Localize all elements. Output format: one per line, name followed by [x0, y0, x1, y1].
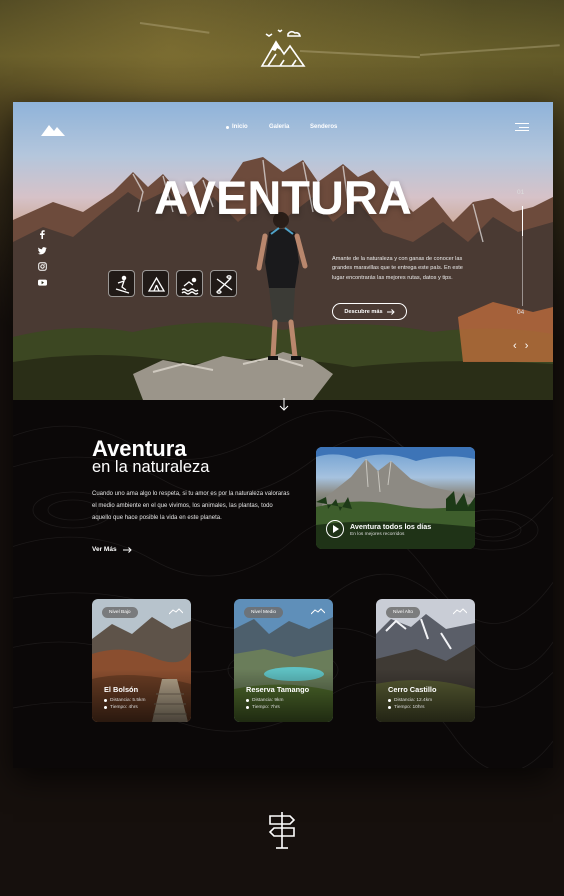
trail-level-badge: Nivel Alto [386, 607, 420, 618]
trail-card[interactable]: Nivel Alto Cerro Castillo Distancia: 12.… [376, 599, 475, 722]
hero-mountains-image [13, 157, 553, 400]
hero-description: Amante de la naturaleza y con ganas de c… [332, 256, 463, 281]
location-pin-icon [104, 699, 107, 702]
see-more-label: Ver Más [92, 546, 117, 553]
trail-card[interactable]: Nivel Bajo El Bolsón Distancia: 5.5km Ti… [92, 599, 191, 722]
social-links [38, 226, 50, 290]
clock-icon [246, 706, 249, 709]
arrow-right-icon [122, 546, 132, 553]
mountain-logo-icon [260, 29, 306, 67]
trail-distance-text: Distancia: 12.4km [394, 698, 433, 703]
instagram-icon[interactable] [38, 258, 47, 271]
play-button-icon[interactable] [326, 520, 344, 538]
elevation-chart-icon [453, 608, 467, 615]
trail-distance-text: Distancia: 9km [252, 698, 284, 703]
trail-time: Tiempo: 10hrs [388, 705, 424, 710]
intro-text: Cuando uno ama algo lo respeta, si tu am… [92, 491, 290, 521]
elevation-chart-icon [311, 608, 325, 615]
trail-time: Tiempo: 4hrs [104, 705, 138, 710]
trail-level-badge: Nivel Bajo [102, 607, 138, 618]
trail-distance: Distancia: 5.5km [104, 698, 145, 703]
trail-name: Reserva Tamango [246, 685, 310, 694]
slide-start-number: 01 [517, 189, 525, 196]
trail-distance-text: Distancia: 5.5km [110, 698, 146, 703]
feature-video-card[interactable]: Aventura todos los días En los mejores r… [316, 447, 475, 549]
discover-more-label: Descubre más [344, 308, 383, 315]
trail-time: Tiempo: 7hrs [246, 705, 280, 710]
trail-distance: Distancia: 12.4km [388, 698, 432, 703]
scroll-down-arrow-icon[interactable] [278, 398, 290, 412]
skiing-icon[interactable] [108, 270, 135, 297]
slide-progress-track [522, 206, 523, 306]
feature-subtitle: En los mejores recorridos [350, 532, 405, 537]
clock-icon [388, 706, 391, 709]
nav-item-galeria[interactable]: Galeria [269, 124, 289, 130]
trail-name: Cerro Castillo [388, 685, 437, 694]
slide-progress-fill [522, 206, 523, 236]
brand-logo-icon[interactable] [41, 122, 65, 136]
trail-time-text: Tiempo: 4hrs [110, 705, 138, 710]
intro-subtitle: en la naturaleza [92, 458, 210, 476]
trail-time-text: Tiempo: 10hrs [394, 705, 425, 710]
youtube-icon[interactable] [38, 274, 47, 286]
nav-item-senderos[interactable]: Senderos [310, 124, 337, 130]
slide-arrows: ‹ › [513, 340, 528, 352]
trail-distance: Distancia: 9km [246, 698, 283, 703]
trail-name: El Bolsón [104, 685, 139, 694]
feature-title: Aventura todos los días [350, 522, 432, 531]
nav-item-inicio[interactable]: Inicio [232, 124, 248, 130]
chevron-left-icon[interactable]: ‹ [513, 340, 517, 352]
landing-page-card: Inicio Galeria Senderos AVENTURA Amante … [13, 102, 553, 768]
arrow-right-icon [386, 308, 395, 315]
trail-time-text: Tiempo: 7hrs [252, 705, 280, 710]
active-nav-indicator [226, 126, 229, 129]
twitter-icon[interactable] [38, 242, 47, 255]
trail-level-badge: Nivel Medio [244, 607, 284, 618]
chevron-right-icon[interactable]: › [525, 340, 529, 352]
hamburger-menu-icon[interactable] [515, 123, 529, 132]
slide-end-number: 04 [517, 309, 525, 316]
kayak-icon[interactable] [210, 270, 237, 297]
trail-card[interactable]: Nivel Medio Reserva Tamango Distancia: 9… [234, 599, 333, 722]
facebook-icon[interactable] [38, 226, 47, 239]
hero-title: AVENTURA [154, 171, 412, 224]
location-pin-icon [388, 699, 391, 702]
swimming-icon[interactable] [176, 270, 203, 297]
clock-icon [104, 706, 107, 709]
camping-icon[interactable] [142, 270, 169, 297]
see-more-link[interactable]: Ver Más [92, 546, 132, 553]
location-pin-icon [246, 699, 249, 702]
discover-more-button[interactable]: Descubre más [332, 303, 407, 320]
hero-section: Inicio Galeria Senderos AVENTURA Amante … [13, 102, 553, 400]
elevation-chart-icon [169, 608, 183, 615]
signpost-icon [268, 812, 296, 849]
